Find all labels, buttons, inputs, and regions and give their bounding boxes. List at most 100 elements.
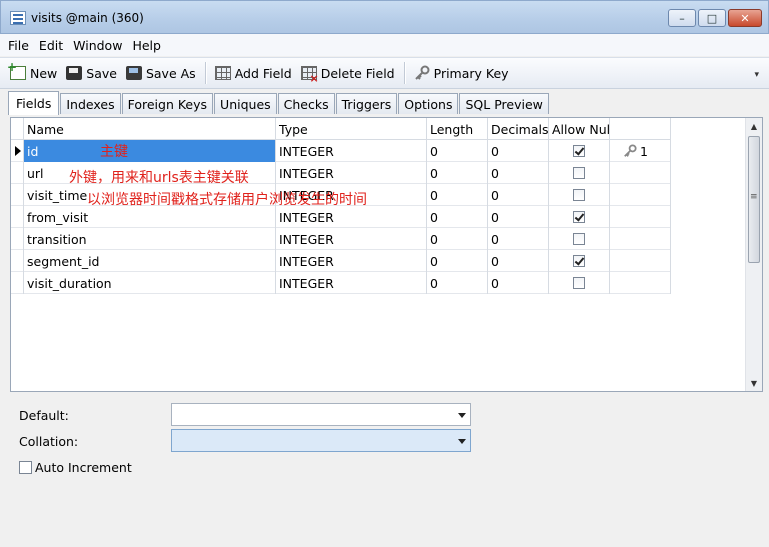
field-length-cell[interactable]: 0	[427, 250, 488, 272]
tab-strip: Fields Indexes Foreign Keys Uniques Chec…	[8, 90, 550, 115]
tab-sql-preview[interactable]: SQL Preview	[459, 93, 549, 114]
primary-key-cell[interactable]	[610, 228, 671, 250]
toolbar-overflow-icon[interactable]: ▾	[754, 70, 759, 80]
field-length-cell[interactable]: 0	[427, 206, 488, 228]
table-icon	[10, 11, 26, 25]
auto-increment-option[interactable]: Auto Increment	[19, 460, 132, 475]
auto-increment-label: Auto Increment	[35, 460, 132, 475]
save-button[interactable]: Save	[66, 61, 117, 85]
new-label: New	[30, 65, 58, 81]
tab-triggers[interactable]: Triggers	[335, 93, 398, 114]
annotation-primary-key: 主键	[100, 144, 128, 160]
column-header-allow-null[interactable]: Allow Null	[549, 118, 610, 140]
annotation-foreign-key: 外键，用来和urls表主键关联	[69, 170, 249, 186]
tab-uniques[interactable]: Uniques	[214, 93, 277, 114]
close-button[interactable]: ✕	[728, 9, 762, 27]
field-name-cell[interactable]: visit_duration	[24, 272, 276, 294]
field-name-cell[interactable]: from_visit	[24, 206, 276, 228]
tab-indexes[interactable]: Indexes	[60, 93, 121, 114]
table-row[interactable]: transition INTEGER 0 0	[11, 228, 671, 250]
field-name-cell[interactable]: segment_id	[24, 250, 276, 272]
key-icon	[624, 144, 637, 157]
allow-null-checkbox[interactable]	[573, 233, 585, 245]
field-length-cell[interactable]: 0	[427, 272, 488, 294]
menu-file[interactable]: File	[8, 38, 29, 53]
allow-null-cell[interactable]	[549, 228, 610, 250]
fields-grid[interactable]: Name Type Length Decimals Allow Null id …	[10, 117, 763, 392]
column-header-decimals[interactable]: Decimals	[488, 118, 549, 140]
allow-null-cell[interactable]	[549, 272, 610, 294]
field-decimals-cell[interactable]: 0	[488, 272, 549, 294]
field-decimals-cell[interactable]: 0	[488, 140, 549, 162]
field-decimals-cell[interactable]: 0	[488, 228, 549, 250]
field-type-cell[interactable]: INTEGER	[276, 250, 427, 272]
scroll-thumb[interactable]	[748, 136, 760, 263]
allow-null-checkbox[interactable]	[573, 277, 585, 289]
primary-key-cell[interactable]	[610, 250, 671, 272]
annotation-visit-time: 以浏览器时间戳格式存储用户浏览发生的时间	[87, 192, 367, 208]
delete-field-button[interactable]: Delete Field	[300, 61, 395, 85]
scroll-down-icon[interactable]: ▼	[746, 375, 762, 391]
collation-dropdown[interactable]	[171, 429, 471, 452]
allow-null-cell[interactable]	[549, 184, 610, 206]
allow-null-cell[interactable]	[549, 250, 610, 272]
menu-window[interactable]: Window	[73, 38, 122, 53]
allow-null-checkbox[interactable]	[573, 145, 585, 157]
field-length-cell[interactable]: 0	[427, 228, 488, 250]
add-field-button[interactable]: Add Field	[214, 61, 292, 85]
field-type-cell[interactable]: INTEGER	[276, 228, 427, 250]
table-row[interactable]: from_visit INTEGER 0 0	[11, 206, 671, 228]
field-decimals-cell[interactable]: 0	[488, 184, 549, 206]
tab-options[interactable]: Options	[398, 93, 459, 114]
primary-key-button[interactable]: Primary Key	[414, 61, 509, 85]
primary-key-cell[interactable]	[610, 272, 671, 294]
primary-key-cell[interactable]	[610, 162, 671, 184]
minimize-button[interactable]: –	[668, 9, 696, 27]
field-name-cell[interactable]: transition	[24, 228, 276, 250]
row-indicator	[11, 162, 24, 184]
allow-null-checkbox[interactable]	[573, 255, 585, 267]
tab-foreign-keys[interactable]: Foreign Keys	[121, 93, 214, 114]
field-properties: Default: Collation: Auto Increment	[10, 396, 763, 541]
field-decimals-cell[interactable]: 0	[488, 250, 549, 272]
table-row[interactable]: segment_id INTEGER 0 0	[11, 250, 671, 272]
allow-null-checkbox[interactable]	[573, 189, 585, 201]
scroll-up-icon[interactable]: ▲	[746, 118, 762, 134]
vertical-scrollbar[interactable]: ▲ ▼	[745, 118, 762, 391]
field-decimals-cell[interactable]: 0	[488, 206, 549, 228]
primary-key-cell[interactable]: 1	[610, 140, 671, 162]
auto-increment-checkbox[interactable]	[19, 461, 32, 474]
field-length-cell[interactable]: 0	[427, 162, 488, 184]
column-header-length[interactable]: Length	[427, 118, 488, 140]
allow-null-checkbox[interactable]	[573, 167, 585, 179]
field-type-cell[interactable]: INTEGER	[276, 206, 427, 228]
field-length-cell[interactable]: 0	[427, 184, 488, 206]
allow-null-checkbox[interactable]	[573, 211, 585, 223]
allow-null-cell[interactable]	[549, 206, 610, 228]
allow-null-cell[interactable]	[549, 140, 610, 162]
field-type-cell[interactable]: INTEGER	[276, 272, 427, 294]
tab-fields[interactable]: Fields	[8, 91, 60, 115]
field-length-cell[interactable]: 0	[427, 140, 488, 162]
new-button[interactable]: New	[7, 60, 58, 85]
default-dropdown[interactable]	[171, 403, 471, 426]
field-type-cell[interactable]: INTEGER	[276, 162, 427, 184]
primary-key-cell[interactable]	[610, 206, 671, 228]
primary-key-cell[interactable]	[610, 184, 671, 206]
menu-help[interactable]: Help	[132, 38, 161, 53]
field-decimals-cell[interactable]: 0	[488, 162, 549, 184]
menu-edit[interactable]: Edit	[39, 38, 63, 53]
allow-null-cell[interactable]	[549, 162, 610, 184]
title-bar: visits @main (360) – □ ✕	[0, 0, 769, 34]
tab-checks[interactable]: Checks	[277, 93, 335, 114]
column-header-type[interactable]: Type	[276, 118, 427, 140]
field-name-cell[interactable]: id	[24, 140, 276, 162]
delete-field-label: Delete Field	[320, 65, 395, 81]
field-type-cell[interactable]: INTEGER	[276, 140, 427, 162]
save-as-button[interactable]: Save As	[125, 61, 196, 85]
row-indicator-header	[11, 118, 24, 140]
maximize-button[interactable]: □	[698, 9, 726, 27]
default-label: Default:	[19, 408, 69, 423]
column-header-name[interactable]: Name	[24, 118, 276, 140]
table-row[interactable]: visit_duration INTEGER 0 0	[11, 272, 671, 294]
